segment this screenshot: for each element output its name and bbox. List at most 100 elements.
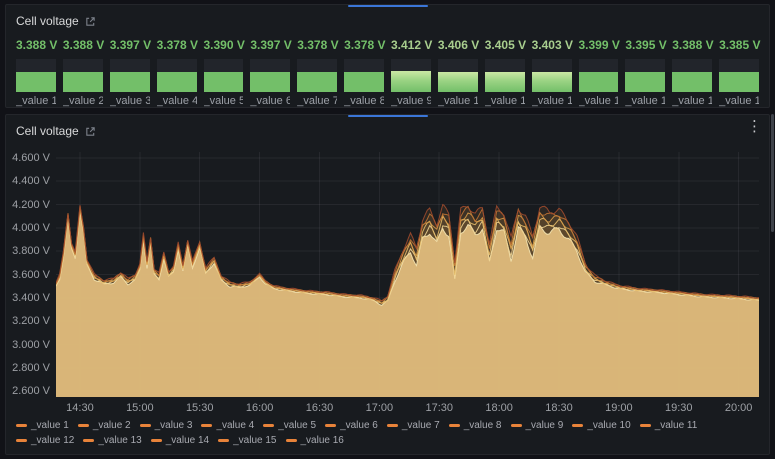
gauge-cell: 3.397 V _value 3: [110, 38, 150, 107]
legend-item[interactable]: _value 12: [16, 435, 74, 446]
x-axis-label: 15:30: [186, 402, 214, 414]
gauge-bar: [297, 59, 337, 92]
gauge-bar: [579, 59, 619, 92]
graph-panel-header[interactable]: Cell voltage: [6, 115, 769, 142]
legend-series-label: _value 5: [278, 420, 316, 431]
legend-item[interactable]: _value 6: [325, 420, 378, 431]
gauge-cell: 3.412 V _value 9: [391, 38, 431, 107]
x-axis-label: 20:00: [725, 402, 753, 414]
legend-item[interactable]: _value 8: [449, 420, 502, 431]
external-link-icon: [85, 126, 96, 137]
gauge-value: 3.395 V: [625, 38, 665, 53]
series-legend: _value 1 _value 2 _value 3 _value 4 _val…: [6, 417, 769, 454]
gauge-value: 3.378 V: [344, 38, 384, 53]
gauge-value: 3.390 V: [204, 38, 244, 53]
panel-link-icon[interactable]: [85, 126, 96, 137]
panel-menu-icon[interactable]: ⋮: [747, 120, 762, 134]
legend-item[interactable]: _value 13: [83, 435, 141, 446]
legend-series-marker: [16, 439, 27, 442]
gauge-value: 3.397 V: [250, 38, 290, 53]
gauge-value: 3.388 V: [16, 38, 56, 53]
y-axis-label: 4.200 V: [10, 199, 50, 211]
legend-series-marker: [78, 424, 89, 427]
gauge-label: _value 6: [250, 95, 290, 107]
graph-panel-title: Cell voltage: [16, 124, 79, 138]
legend-item[interactable]: _value 10: [572, 420, 630, 431]
legend-series-label: _value 1: [31, 420, 69, 431]
gauge-value: 3.385 V: [719, 38, 759, 53]
legend-series-label: _value 4: [216, 420, 254, 431]
gauge-label: _value 14: [625, 95, 665, 107]
legend-item[interactable]: _value 11: [640, 420, 698, 431]
legend-item[interactable]: _value 7: [387, 420, 440, 431]
y-axis-label: 4.400 V: [10, 175, 50, 187]
gauge-bar-fill: [16, 72, 56, 92]
y-axis-label: 3.000 V: [10, 339, 50, 351]
legend-series-label: _value 12: [31, 435, 74, 446]
panel-loading-bar: [348, 5, 428, 7]
gauge-panel-title: Cell voltage: [16, 14, 79, 28]
legend-series-marker: [83, 439, 94, 442]
gauge-label: _value 4: [157, 95, 197, 107]
gauge-value: 3.388 V: [63, 38, 103, 53]
legend-series-label: _value 10: [587, 420, 630, 431]
legend-series-marker: [16, 424, 27, 427]
y-axis-label: 4.600 V: [10, 152, 50, 164]
gauge-bar-fill: [391, 71, 431, 92]
gauge-label: _value 10: [438, 95, 478, 107]
scrollbar-thumb[interactable]: [771, 114, 774, 232]
gauge-bar-fill: [204, 72, 244, 92]
legend-series-marker: [140, 424, 151, 427]
x-axis-label: 15:00: [126, 402, 154, 414]
legend-series-marker: [640, 424, 651, 427]
gauge-bar: [391, 59, 431, 92]
legend-item[interactable]: _value 1: [16, 420, 69, 431]
gauge-bar-fill: [579, 72, 619, 92]
gauge-label: _value 7: [297, 95, 337, 107]
gauge-label: _value 8: [344, 95, 384, 107]
legend-series-marker: [286, 439, 297, 442]
legend-item[interactable]: _value 2: [78, 420, 131, 431]
panel-link-icon[interactable]: [85, 16, 96, 27]
gauge-bar-fill: [157, 72, 197, 92]
plot-area[interactable]: [56, 152, 759, 397]
gauge-label: _value 3: [110, 95, 150, 107]
legend-item[interactable]: _value 14: [151, 435, 209, 446]
legend-item[interactable]: _value 5: [263, 420, 316, 431]
legend-series-marker: [449, 424, 460, 427]
gauge-bar-fill: [344, 72, 384, 92]
external-link-icon: [85, 16, 96, 27]
cell-voltage-graph-panel: ⋮ Cell voltage 4.600 V4.400 V4.200 V4.00…: [5, 114, 770, 455]
legend-series-label: _value 11: [655, 420, 698, 431]
legend-series-marker: [387, 424, 398, 427]
gauge-bar-fill: [297, 72, 337, 92]
gauge-label: _value 15: [672, 95, 712, 107]
gauge-bar-fill: [625, 72, 665, 92]
gauge-value: 3.406 V: [438, 38, 478, 53]
gauge-value: 3.388 V: [672, 38, 712, 53]
scrollbar[interactable]: [770, 0, 775, 459]
gauge-cell: 3.378 V _value 7: [297, 38, 337, 107]
gauge-label: _value 5: [204, 95, 244, 107]
gauge-bar: [63, 59, 103, 92]
gauge-cell: 3.395 V _value 14: [625, 38, 665, 107]
gauge-bar: [157, 59, 197, 92]
legend-item[interactable]: _value 4: [201, 420, 254, 431]
legend-item[interactable]: _value 9: [511, 420, 564, 431]
gauge-bar-fill: [485, 72, 525, 92]
gauge-bar-fill: [110, 72, 150, 92]
gauge-bar: [719, 59, 759, 92]
gauge-label: _value 2: [63, 95, 103, 107]
legend-series-marker: [325, 424, 336, 427]
legend-item[interactable]: _value 16: [286, 435, 344, 446]
gauge-cell: 3.385 V _value 16: [719, 38, 759, 107]
x-axis-label: 19:30: [665, 402, 693, 414]
gauge-cell: 3.378 V _value 8: [344, 38, 384, 107]
gauge-panel-header[interactable]: Cell voltage: [6, 5, 769, 32]
y-axis-label: 3.600 V: [10, 269, 50, 281]
gauge-cell: 3.390 V _value 5: [204, 38, 244, 107]
x-axis-label: 16:00: [246, 402, 274, 414]
legend-item[interactable]: _value 3: [140, 420, 193, 431]
legend-series-label: _value 3: [155, 420, 193, 431]
legend-item[interactable]: _value 15: [218, 435, 276, 446]
